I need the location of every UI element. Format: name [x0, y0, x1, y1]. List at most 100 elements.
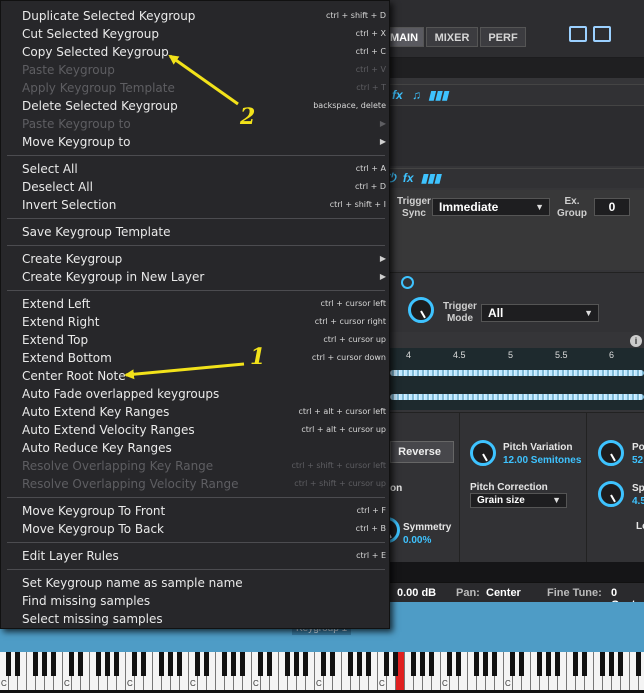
menu-item-select-missing-samples[interactable]: Select missing samples	[1, 610, 391, 628]
black-key[interactable]	[222, 652, 227, 676]
bars-icon[interactable]: ▮▮▮	[421, 171, 441, 185]
menu-item-edit-layer-rules[interactable]: Edit Layer Rules ctrl + E	[1, 547, 391, 565]
black-key[interactable]	[555, 652, 560, 676]
black-key[interactable]	[411, 652, 416, 676]
black-key[interactable]	[519, 652, 524, 676]
black-key[interactable]	[33, 652, 38, 676]
black-key[interactable]	[177, 652, 182, 676]
menu-item-move-keygroup-to-back[interactable]: Move Keygroup To Back ctrl + B	[1, 520, 391, 538]
black-key[interactable]	[15, 652, 20, 676]
black-key[interactable]	[195, 652, 200, 676]
knob[interactable]	[408, 297, 434, 323]
black-key[interactable]	[618, 652, 623, 676]
black-key[interactable]	[393, 652, 398, 676]
black-key[interactable]	[366, 652, 371, 676]
black-key[interactable]	[384, 652, 389, 676]
menu-item-duplicate-selected-keygroup[interactable]: Duplicate Selected Keygroup ctrl + shift …	[1, 7, 391, 25]
trigger-dropdown[interactable]: Immediate ▼	[432, 198, 550, 216]
menu-item-save-keygroup-template[interactable]: Save Keygroup Template	[1, 223, 391, 241]
black-key[interactable]	[357, 652, 362, 676]
black-key[interactable]	[636, 652, 641, 676]
black-key[interactable]	[609, 652, 614, 676]
black-key[interactable]	[492, 652, 497, 676]
black-key[interactable]	[78, 652, 83, 676]
black-key[interactable]	[474, 652, 479, 676]
black-key[interactable]	[168, 652, 173, 676]
black-key[interactable]	[159, 652, 164, 676]
layout-left-icon[interactable]	[569, 26, 587, 42]
menu-item-extend-bottom[interactable]: Extend Bottom ctrl + cursor down	[1, 349, 391, 367]
black-key[interactable]	[132, 652, 137, 676]
menu-item-create-keygroup[interactable]: Create Keygroup ▶	[1, 250, 391, 268]
menu-item-move-keygroup-to-front[interactable]: Move Keygroup To Front ctrl + F	[1, 502, 391, 520]
black-key[interactable]	[537, 652, 542, 676]
info-icon[interactable]: i	[630, 335, 642, 347]
black-key[interactable]	[483, 652, 488, 676]
black-key[interactable]	[510, 652, 515, 676]
tab-perf[interactable]: PERF	[480, 27, 526, 47]
black-key[interactable]	[600, 652, 605, 676]
pitch-correction-dropdown[interactable]: Grain size ▼	[470, 493, 567, 508]
menu-item-deselect-all[interactable]: Deselect All ctrl + D	[1, 178, 391, 196]
menu-item-set-keygroup-name-as-sample-name[interactable]: Set Keygroup name as sample name	[1, 574, 391, 592]
layout-right-icon[interactable]	[593, 26, 611, 42]
black-key[interactable]	[96, 652, 101, 676]
menu-item-extend-left[interactable]: Extend Left ctrl + cursor left	[1, 295, 391, 313]
menu-item-select-all[interactable]: Select All ctrl + A	[1, 160, 391, 178]
menu-item-move-keygroup-to[interactable]: Move Keygroup to ▶	[1, 133, 391, 151]
black-key[interactable]	[240, 652, 245, 676]
menu-item-find-missing-samples[interactable]: Find missing samples	[1, 592, 391, 610]
reverse-button[interactable]: Reverse	[390, 441, 454, 463]
black-key[interactable]	[258, 652, 263, 676]
menu-item-cut-selected-keygroup[interactable]: Cut Selected Keygroup ctrl + X	[1, 25, 391, 43]
black-key[interactable]	[546, 652, 551, 676]
black-key[interactable]	[267, 652, 272, 676]
ex-group-field[interactable]: 0	[594, 198, 630, 216]
menu-item-auto-fade-overlapped-keygroups[interactable]: Auto Fade overlapped keygroups	[1, 385, 391, 403]
black-key[interactable]	[456, 652, 461, 676]
black-key[interactable]	[69, 652, 74, 676]
tab-mixer[interactable]: MIXER	[426, 27, 478, 47]
black-key[interactable]	[114, 652, 119, 676]
menu-item-auto-extend-velocity-ranges[interactable]: Auto Extend Velocity Ranges ctrl + alt + …	[1, 421, 391, 439]
black-key[interactable]	[330, 652, 335, 676]
black-key[interactable]	[42, 652, 47, 676]
black-key[interactable]	[231, 652, 236, 676]
black-key[interactable]	[348, 652, 353, 676]
menu-item-extend-right[interactable]: Extend Right ctrl + cursor right	[1, 313, 391, 331]
black-key[interactable]	[51, 652, 56, 676]
bars-icon[interactable]: ▮▮▮	[428, 88, 448, 102]
gain-value[interactable]: 0.00 dB	[397, 587, 436, 599]
black-key[interactable]	[429, 652, 434, 676]
menu-item-auto-extend-key-ranges[interactable]: Auto Extend Key Ranges ctrl + alt + curso…	[1, 403, 391, 421]
fx-icon-group[interactable]: fx ♫ ▮▮▮	[392, 88, 448, 102]
black-key[interactable]	[6, 652, 11, 676]
black-key[interactable]	[447, 652, 452, 676]
fx-icon[interactable]: fx	[403, 171, 414, 185]
piano-keyboard[interactable]: CCCCCCCCC	[0, 652, 644, 693]
black-key[interactable]	[420, 652, 425, 676]
pitch-variation-knob[interactable]	[470, 440, 496, 466]
menu-item-create-keygroup-in-new-layer[interactable]: Create Keygroup in New Layer ▶	[1, 268, 391, 286]
note-icon[interactable]: ♫	[412, 88, 421, 102]
right-knob-2[interactable]	[598, 481, 624, 507]
black-key[interactable]	[204, 652, 209, 676]
black-key[interactable]	[573, 652, 578, 676]
target-icon[interactable]	[401, 276, 414, 289]
menu-item-extend-top[interactable]: Extend Top ctrl + cursor up	[1, 331, 391, 349]
black-key[interactable]	[303, 652, 308, 676]
menu-item-auto-reduce-key-ranges[interactable]: Auto Reduce Key Ranges	[1, 439, 391, 457]
menu-item-copy-selected-keygroup[interactable]: Copy Selected Keygroup ctrl + C	[1, 43, 391, 61]
trigger-mode-dropdown[interactable]: All ▼	[481, 304, 599, 322]
fx-icon[interactable]: fx	[392, 88, 403, 102]
black-key[interactable]	[582, 652, 587, 676]
menu-item-delete-selected-keygroup[interactable]: Delete Selected Keygroup backspace, delet…	[1, 97, 391, 115]
black-key[interactable]	[294, 652, 299, 676]
fx-icon-group-2[interactable]: ⏻ fx ▮▮▮	[386, 171, 441, 186]
black-key[interactable]	[285, 652, 290, 676]
black-key[interactable]	[321, 652, 326, 676]
black-key[interactable]	[141, 652, 146, 676]
black-key[interactable]	[105, 652, 110, 676]
pan-value[interactable]: Center	[486, 587, 521, 599]
menu-item-invert-selection[interactable]: Invert Selection ctrl + shift + I	[1, 196, 391, 214]
